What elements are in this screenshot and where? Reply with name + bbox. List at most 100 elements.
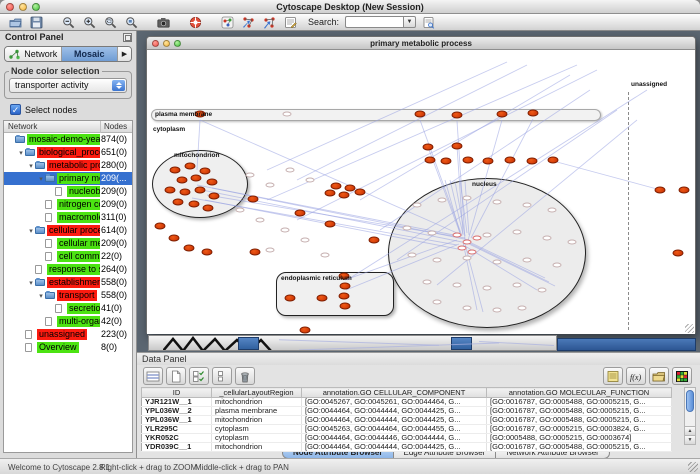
- network-node-small[interactable]: [433, 258, 442, 263]
- network-zoom-button[interactable]: [174, 40, 181, 47]
- network-node[interactable]: [425, 157, 436, 164]
- network-node-small[interactable]: [236, 208, 245, 213]
- network-node[interactable]: [679, 187, 690, 194]
- tree-row[interactable]: multi-organism pro42(0): [4, 315, 132, 328]
- table-column-header[interactable]: ID: [142, 388, 212, 398]
- tree-row[interactable]: mosaic-demo-yeast874(0): [4, 133, 132, 146]
- expand-triangle-icon[interactable]: ▾: [27, 162, 35, 170]
- tree-row[interactable]: nucleobase-c209(0): [4, 185, 132, 198]
- expand-triangle-icon[interactable]: ▾: [37, 175, 45, 183]
- network-node-small[interactable]: [306, 178, 315, 183]
- network-node[interactable]: [170, 167, 181, 174]
- tree-row[interactable]: unassigned223(0): [4, 328, 132, 341]
- network-node[interactable]: [423, 144, 434, 151]
- snapshot-icon[interactable]: [154, 15, 172, 30]
- network-node-small[interactable]: [428, 231, 437, 236]
- vizmapper-icon[interactable]: [218, 15, 236, 30]
- network-node[interactable]: [285, 295, 296, 302]
- tree-row[interactable]: response to stimulu264(0): [4, 263, 132, 276]
- tree-row[interactable]: ▾biological_process651(0): [4, 146, 132, 159]
- table-row[interactable]: YJR121W__1mitochondrion[GO:0045267, GO:0…: [142, 398, 672, 407]
- annotation-icon[interactable]: [281, 15, 299, 30]
- network-node-small[interactable]: [483, 286, 492, 291]
- tree-row[interactable]: ▾metabolic process280(0): [4, 159, 132, 172]
- network-node[interactable]: [317, 295, 328, 302]
- network-node[interactable]: [295, 210, 306, 217]
- tree-row[interactable]: Overview8(0): [4, 341, 132, 354]
- search-input[interactable]: [345, 16, 403, 28]
- table-row[interactable]: YLR295Ccytoplasm[GO:0045263, GO:0044464,…: [142, 425, 672, 434]
- expand-triangle-icon[interactable]: ▾: [37, 292, 45, 300]
- table-column-header[interactable]: _cellularLayoutRegion: [212, 388, 302, 398]
- network-node-small[interactable]: [463, 306, 472, 311]
- row-checklist-icon[interactable]: [212, 367, 232, 385]
- import-network-icon[interactable]: [239, 15, 257, 30]
- network-node-small[interactable]: [493, 308, 502, 313]
- open-file-icon[interactable]: [6, 15, 24, 30]
- table-row[interactable]: YPL036W__2plasma membrane[GO:0044464, GO…: [142, 407, 672, 416]
- network-node[interactable]: [195, 187, 206, 194]
- zoom-fit-icon[interactable]: [122, 15, 140, 30]
- network-node[interactable]: [248, 196, 259, 203]
- network-node-small[interactable]: [256, 218, 265, 223]
- network-node[interactable]: [528, 110, 539, 117]
- network-node-small[interactable]: [266, 248, 275, 253]
- tab-network[interactable]: Network: [5, 47, 62, 61]
- network-node-small[interactable]: [513, 283, 522, 288]
- network-node-outline[interactable]: [463, 240, 472, 245]
- network-node[interactable]: [497, 111, 508, 118]
- network-node[interactable]: [155, 223, 166, 230]
- network-node[interactable]: [548, 157, 559, 164]
- network-node[interactable]: [527, 158, 538, 165]
- network-node-small[interactable]: [523, 203, 532, 208]
- network-node-small[interactable]: [266, 183, 275, 188]
- network-node[interactable]: [173, 199, 184, 206]
- tree-row[interactable]: ▾transport558(0): [4, 289, 132, 302]
- network-node[interactable]: [340, 283, 351, 290]
- network-node[interactable]: [165, 187, 176, 194]
- network-node[interactable]: [325, 221, 336, 228]
- network-node[interactable]: [191, 175, 202, 182]
- tree-row[interactable]: ▾primary metabol209(...: [4, 172, 132, 185]
- network-node-small[interactable]: [283, 112, 292, 117]
- search-dropdown-arrow[interactable]: ▼: [403, 16, 416, 28]
- network-node[interactable]: [300, 327, 311, 334]
- table-column-header[interactable]: annotation.GO MOLECULAR_FUNCTION: [487, 388, 672, 398]
- network-node[interactable]: [177, 177, 188, 184]
- notes-icon[interactable]: [603, 367, 623, 385]
- network-window-titlebar[interactable]: primary metabolic process: [147, 37, 695, 50]
- close-button[interactable]: [6, 3, 14, 11]
- network-node[interactable]: [331, 183, 342, 190]
- network-node-small[interactable]: [301, 238, 310, 243]
- save-icon[interactable]: [27, 15, 45, 30]
- network-close-button[interactable]: [152, 40, 159, 47]
- network-window-resize-grip[interactable]: [685, 324, 694, 333]
- network-node[interactable]: [655, 187, 666, 194]
- network-node[interactable]: [463, 157, 474, 164]
- tabs-overflow-arrow[interactable]: ▶: [118, 47, 131, 61]
- network-node[interactable]: [673, 250, 684, 257]
- network-node[interactable]: [169, 235, 180, 242]
- table-row[interactable]: YPL036W__1mitochondrion[GO:0044464, GO:0…: [142, 416, 672, 425]
- tree-row[interactable]: ▾cellular process614(0): [4, 224, 132, 237]
- network-node-small[interactable]: [403, 226, 412, 231]
- expand-triangle-icon[interactable]: ▾: [27, 279, 35, 287]
- network-node[interactable]: [452, 143, 463, 150]
- network-node-small[interactable]: [538, 288, 547, 293]
- network-node-outline[interactable]: [468, 250, 477, 255]
- network-node[interactable]: [184, 245, 195, 252]
- network-node[interactable]: [369, 237, 380, 244]
- network-node[interactable]: [325, 190, 336, 197]
- network-node-small[interactable]: [493, 200, 502, 205]
- network-node-small[interactable]: [548, 208, 557, 213]
- network-node-small[interactable]: [246, 173, 255, 178]
- tree-row[interactable]: cell communicat22(0): [4, 250, 132, 263]
- network-minimize-button[interactable]: [163, 40, 170, 47]
- select-nodes-checkbox[interactable]: ✓: [10, 104, 21, 115]
- network-node-small[interactable]: [463, 256, 472, 261]
- tree-row[interactable]: macromolecule311(0): [4, 211, 132, 224]
- window-resize-grip[interactable]: [688, 462, 698, 472]
- network-node[interactable]: [355, 189, 366, 196]
- network-node-outline[interactable]: [453, 233, 462, 238]
- network-node-outline[interactable]: [473, 236, 482, 241]
